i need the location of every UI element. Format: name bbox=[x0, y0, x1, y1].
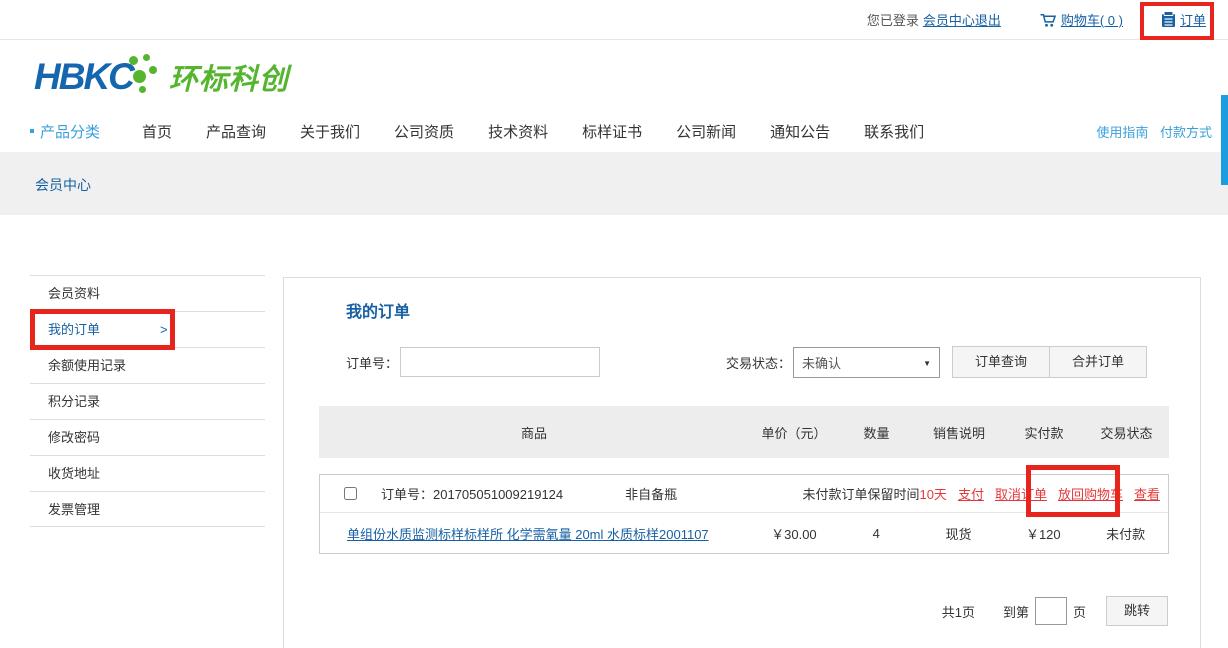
pagination: 共1页 到第 页 跳转 bbox=[942, 596, 1168, 626]
retention-days: 10天 bbox=[919, 484, 946, 503]
col-header-unit-price: 单价（元） bbox=[749, 423, 839, 442]
goto-page-input[interactable] bbox=[1035, 597, 1067, 625]
cancel-order-link[interactable]: 取消订单 bbox=[995, 484, 1047, 503]
merge-orders-button[interactable]: 合并订单 bbox=[1049, 346, 1147, 378]
order-filter-bar: 订单号： 交易状态： 未确认 ▼ 订单查询 合并订单 bbox=[346, 346, 1147, 378]
order-checkbox[interactable] bbox=[344, 487, 357, 500]
nav-items: 首页 产品查询 关于我们 公司资质 技术资料 标样证书 公司新闻 通知公告 联系… bbox=[142, 121, 958, 142]
col-header-quantity: 数量 bbox=[839, 423, 914, 442]
login-status-group: 您已登录 会员中心 退出 bbox=[867, 10, 1001, 29]
col-header-status: 交易状态 bbox=[1084, 423, 1169, 442]
order-number-text: 订单号：201705051009219124 bbox=[381, 484, 563, 503]
orders-link[interactable]: 订单 bbox=[1180, 10, 1206, 29]
status-select-value: 未确认 bbox=[802, 353, 841, 372]
scrollbar-thumb[interactable] bbox=[1221, 95, 1228, 185]
sidebar-item-points-history[interactable]: 积分记录 bbox=[30, 383, 265, 419]
user-guide-link[interactable]: 使用指南 bbox=[1096, 125, 1148, 140]
nav-item-about-us[interactable]: 关于我们 bbox=[300, 121, 360, 142]
page-title: 我的订单 bbox=[346, 298, 410, 322]
total-pages-text: 共1页 bbox=[942, 602, 975, 621]
product-link[interactable]: 单组份水质监测标样标样所 化学需氧量 20ml 水质标样2001107 bbox=[347, 527, 709, 542]
order-search-button[interactable]: 订单查询 bbox=[952, 346, 1050, 378]
product-status: 未付款 bbox=[1083, 524, 1168, 543]
page: 您已登录 会员中心 退出 购物车( 0 ) 订单 HBKC 环标科创 产品分 bbox=[0, 0, 1228, 648]
sidebar-item-my-orders[interactable]: 我的订单 > bbox=[30, 311, 265, 347]
product-row: 单组份水质监测标样标样所 化学需氧量 20ml 水质标样2001107 ￥30.… bbox=[320, 513, 1168, 553]
main-nav: 产品分类 首页 产品查询 关于我们 公司资质 技术资料 标样证书 公司新闻 通知… bbox=[0, 110, 1228, 152]
order-no-label: 订单号： bbox=[346, 353, 398, 372]
sidebar: 会员资料 我的订单 > 余额使用记录 积分记录 修改密码 收货地址 发票管理 bbox=[30, 275, 265, 527]
nav-item-company-news[interactable]: 公司新闻 bbox=[676, 121, 736, 142]
orders-icon bbox=[1161, 11, 1176, 28]
nav-category-label: 产品分类 bbox=[40, 121, 100, 142]
logo[interactable]: HBKC 环标科创 bbox=[34, 53, 289, 101]
logout-link[interactable]: 退出 bbox=[975, 10, 1001, 29]
nav-item-home[interactable]: 首页 bbox=[142, 121, 172, 142]
logo-abbr-text: HBKC bbox=[34, 55, 133, 99]
col-header-product: 商品 bbox=[319, 423, 749, 442]
status-select[interactable]: 未确认 ▼ bbox=[793, 347, 940, 378]
col-header-paid: 实付款 bbox=[1004, 423, 1084, 442]
site-header: HBKC 环标科创 bbox=[0, 41, 1228, 110]
table-header-row: 商品 单价（元） 数量 销售说明 实付款 交易状态 bbox=[319, 406, 1169, 458]
breadcrumb-band: 会员中心 bbox=[0, 152, 1228, 215]
bottle-note-text: 非自备瓶 bbox=[625, 484, 677, 503]
logo-name-text: 环标科创 bbox=[169, 56, 289, 98]
product-quantity: 4 bbox=[839, 526, 914, 541]
order-actions: 未付款订单保留时间 10天 支付 取消订单 放回购物车 查看 bbox=[802, 484, 1168, 503]
col-header-sale-note: 销售说明 bbox=[914, 423, 1004, 442]
nav-item-certificates[interactable]: 标样证书 bbox=[582, 121, 642, 142]
sidebar-item-change-password[interactable]: 修改密码 bbox=[30, 419, 265, 455]
nav-item-announcements[interactable]: 通知公告 bbox=[770, 121, 830, 142]
cart-icon bbox=[1039, 11, 1057, 29]
cart-link-group[interactable]: 购物车( 0 ) bbox=[1039, 10, 1123, 29]
orders-table: 商品 单价（元） 数量 销售说明 实付款 交易状态 订单号：2017050510… bbox=[319, 406, 1169, 554]
bullet-icon bbox=[30, 129, 34, 133]
view-link[interactable]: 查看 bbox=[1134, 484, 1160, 503]
nav-item-technical-docs[interactable]: 技术资料 bbox=[488, 121, 548, 142]
chevron-right-icon: > bbox=[160, 312, 168, 348]
cart-link[interactable]: 购物车( 0 ) bbox=[1061, 10, 1123, 29]
nav-product-category[interactable]: 产品分类 bbox=[30, 121, 142, 142]
topbar: 您已登录 会员中心 退出 购物车( 0 ) 订单 bbox=[0, 0, 1228, 40]
product-paid: ￥120 bbox=[1003, 524, 1083, 543]
sidebar-item-invoice-management[interactable]: 发票管理 bbox=[30, 491, 265, 527]
logo-molecule-icon bbox=[127, 54, 161, 100]
payment-method-link[interactable]: 付款方式 bbox=[1160, 125, 1212, 140]
product-sale-note: 现货 bbox=[914, 524, 1004, 543]
nav-item-qualifications[interactable]: 公司资质 bbox=[394, 121, 454, 142]
sidebar-item-shipping-address[interactable]: 收货地址 bbox=[30, 455, 265, 491]
jump-button[interactable]: 跳转 bbox=[1106, 596, 1168, 626]
my-orders-panel: 我的订单 订单号： 交易状态： 未确认 ▼ 订单查询 合并订单 商品 单价（元）… bbox=[283, 277, 1201, 648]
breadcrumb: 会员中心 bbox=[35, 175, 91, 195]
nav-item-contact-us[interactable]: 联系我们 bbox=[864, 121, 924, 142]
product-unit-price: ￥30.00 bbox=[749, 524, 839, 543]
chevron-down-icon: ▼ bbox=[923, 359, 931, 368]
sidebar-item-balance-history[interactable]: 余额使用记录 bbox=[30, 347, 265, 383]
goto-page-prefix: 到第 bbox=[1003, 602, 1029, 621]
member-center-link[interactable]: 会员中心 bbox=[923, 10, 975, 29]
goto-page-suffix: 页 bbox=[1073, 602, 1086, 621]
login-status-text: 您已登录 bbox=[867, 10, 919, 29]
nav-right-links: 使用指南 付款方式 bbox=[1088, 122, 1212, 141]
status-label: 交易状态： bbox=[726, 353, 791, 372]
table-body: 订单号：201705051009219124 非自备瓶 未付款订单保留时间 10… bbox=[319, 474, 1169, 554]
order-no-input[interactable] bbox=[400, 347, 600, 377]
order-summary-row: 订单号：201705051009219124 非自备瓶 未付款订单保留时间 10… bbox=[320, 475, 1168, 513]
retention-text: 未付款订单保留时间 bbox=[802, 484, 919, 503]
orders-link-group[interactable]: 订单 bbox=[1161, 10, 1206, 29]
nav-item-product-search[interactable]: 产品查询 bbox=[206, 121, 266, 142]
sidebar-item-member-profile[interactable]: 会员资料 bbox=[30, 275, 265, 311]
pay-link[interactable]: 支付 bbox=[958, 484, 984, 503]
product-name-cell: 单组份水质监测标样标样所 化学需氧量 20ml 水质标样2001107 bbox=[320, 524, 749, 543]
return-to-cart-link[interactable]: 放回购物车 bbox=[1058, 484, 1123, 503]
